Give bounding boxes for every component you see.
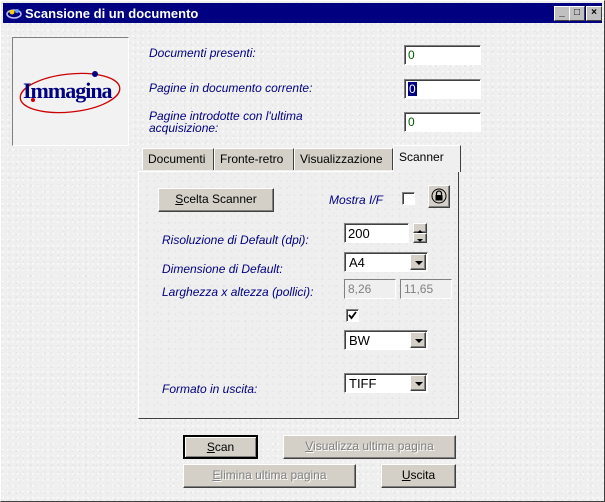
view-last-accel: V [305,439,314,453]
resolution-up-button[interactable] [413,223,427,233]
color-mode-select[interactable]: BW [344,330,428,350]
minimize-button[interactable]: _ [554,6,570,21]
last-acq-label-line2: acquisizione: [149,121,219,135]
view-last-label: isualizza ultima pagina [313,439,434,453]
logo-box: Immagina [12,37,129,146]
tab-visualizzazione[interactable]: Visualizzazione [294,148,393,170]
maximize-button[interactable]: □ [569,6,585,21]
size-label: Larghezza x altezza (pollici): [162,285,314,299]
resolution-field[interactable]: 200 [344,223,409,243]
close-button[interactable]: × [586,6,602,21]
lock-button[interactable] [428,185,450,208]
pages-count-value: 0 [408,82,417,96]
show-if-checkbox[interactable] [402,192,415,205]
chevron-down-icon[interactable] [410,332,426,348]
last-acq-field[interactable]: 0 [404,112,481,132]
resolution-down-button[interactable] [413,233,427,243]
docs-count-field[interactable]: 0 [404,45,481,65]
scan-accel: S [206,440,215,454]
tab-documenti[interactable]: Documenti [142,148,214,170]
dimension-value: A4 [349,255,365,270]
window-title: Scansione di un documento [25,6,199,21]
width-field[interactable]: 8,26 [344,279,396,299]
maximize-icon: □ [573,7,581,18]
pages-count-field[interactable]: 0 [404,79,481,99]
view-last-page-button[interactable]: Visualizza ultima pagina [283,435,456,459]
exit-button[interactable]: Uscita [381,464,456,488]
choose-scanner-button[interactable]: Scelta Scanner [158,188,274,212]
last-acq-label: Pagine introdotte con l'ultima acquisizi… [149,110,303,134]
scanner-panel: Scelta Scanner Mostra I/F Risoluzione di… [138,171,459,419]
extra-option-checkbox[interactable] [346,309,359,322]
title-bar[interactable]: Scansione di un documento _ □ × [3,3,602,23]
docs-label: Documenti presenti: [149,46,256,60]
dimension-select[interactable]: A4 [344,252,428,272]
chevron-down-icon[interactable] [410,254,426,270]
pages-label: Pagine in documento corrente: [149,81,313,95]
chevron-down-icon[interactable] [410,375,426,391]
dimension-label: Dimensione di Default: [162,262,283,276]
color-mode-value: BW [349,333,370,348]
choose-scanner-label: celta Scanner [183,192,257,206]
output-format-value: TIFF [349,376,377,391]
show-if-label: Mostra I/F [329,193,384,207]
spin-down-icon [417,239,423,242]
resolution-label: Risoluzione di Default (dpi): [162,233,309,247]
exit-label: scita [410,468,436,482]
logo-text: Immagina [23,78,113,103]
app-icon [6,5,22,21]
delete-last-label: limina ultima pagina [220,468,327,482]
close-icon: × [591,7,597,18]
scan-label: can [214,440,235,454]
checkmark-icon [348,311,357,320]
output-format-select[interactable]: TIFF [344,373,428,393]
scan-button[interactable]: Scan [183,435,258,459]
lock-icon [431,188,447,204]
scan-document-window: Scansione di un documento _ □ × Immagina… [0,0,605,502]
delete-last-page-button[interactable]: Elimina ultima pagina [183,464,356,488]
tab-fronte-retro[interactable]: Fronte-retro [214,148,294,170]
output-format-label: Formato in uscita: [162,382,258,396]
height-field[interactable]: 11,65 [400,279,452,299]
tab-scanner[interactable]: Scanner [393,145,461,172]
minimize-icon: _ [559,7,565,18]
